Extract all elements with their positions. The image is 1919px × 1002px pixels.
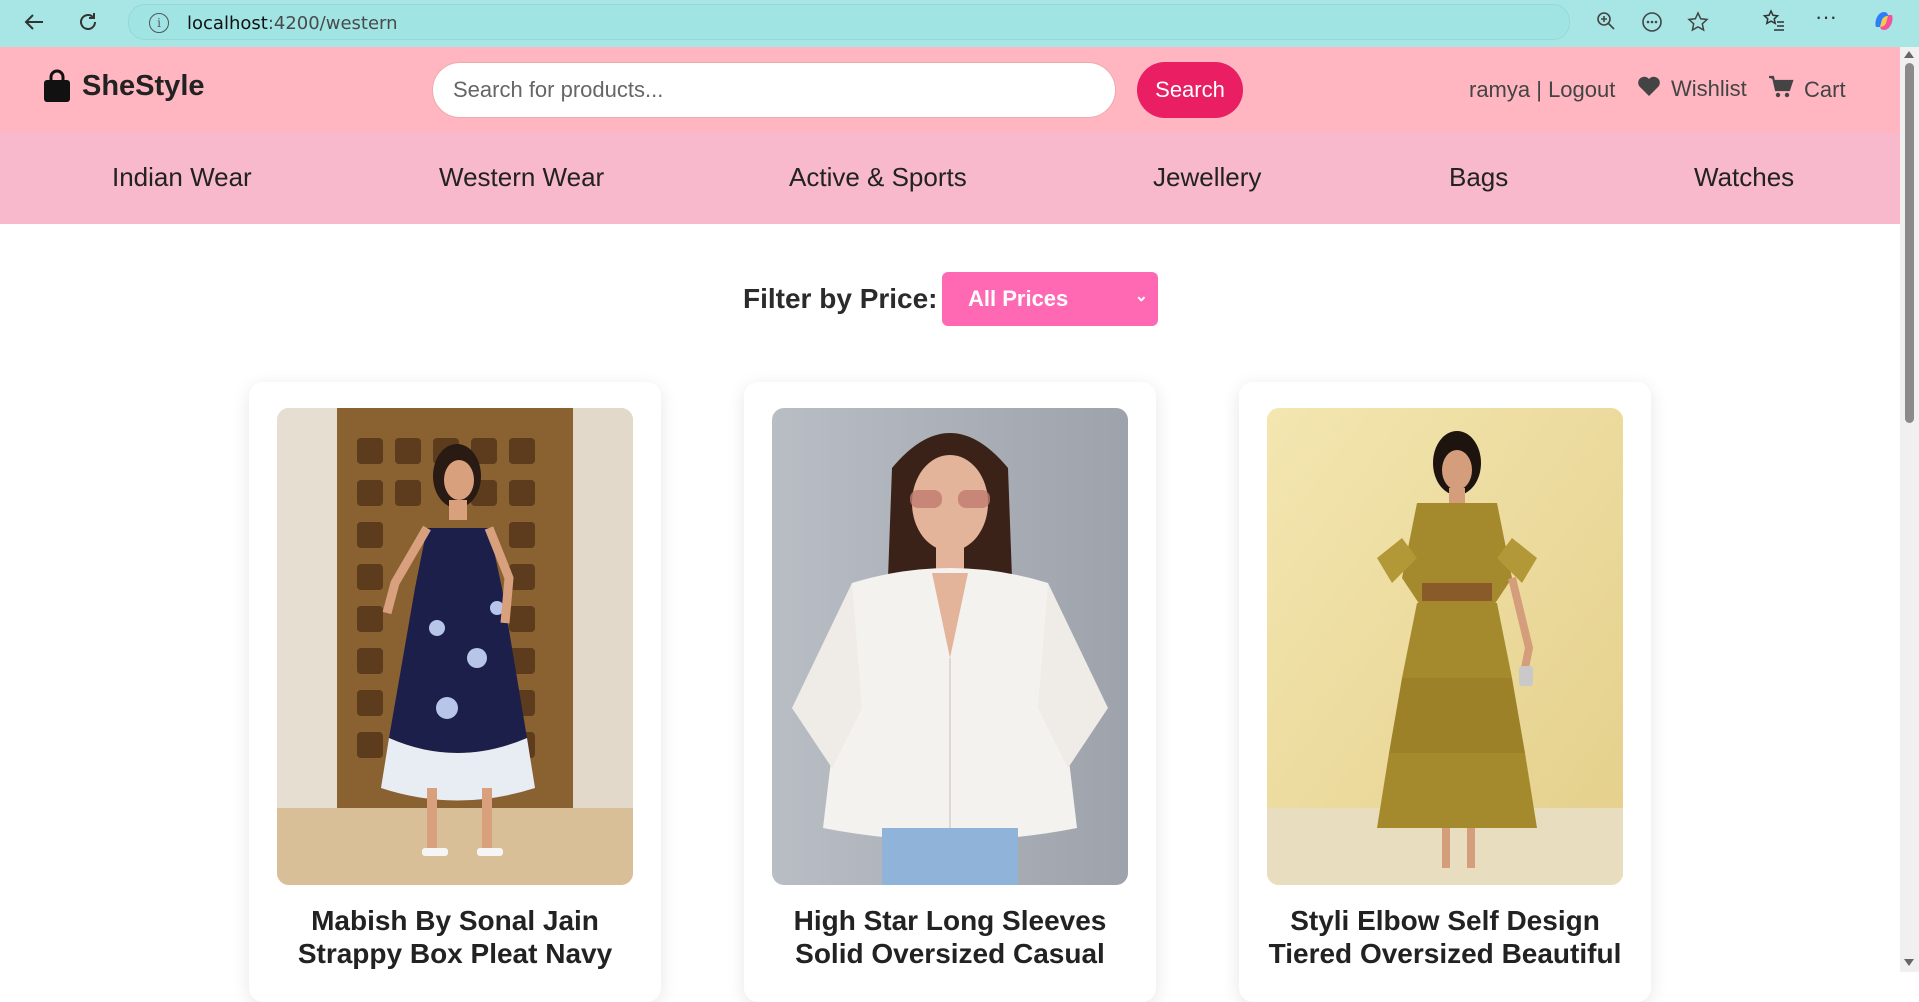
product-image[interactable] [1267, 408, 1623, 885]
favorite-star-icon[interactable] [1687, 11, 1709, 39]
product-title[interactable]: Mabish By Sonal Jain Strappy Box Pleat N… [261, 904, 649, 970]
category-watches[interactable]: Watches [1694, 162, 1794, 193]
product-title-line: Tiered Oversized Beautiful [1268, 938, 1622, 969]
favorites-icon[interactable] [1762, 8, 1786, 38]
product-title[interactable]: Styli Elbow Self Design Tiered Oversized… [1251, 904, 1639, 970]
cart-label: Cart [1804, 77, 1846, 102]
category-jewellery[interactable]: Jewellery [1153, 162, 1261, 193]
search-input[interactable] [432, 62, 1116, 118]
product-title-line: Strappy Box Pleat Navy [297, 938, 613, 969]
scroll-down-arrow-icon[interactable] [1904, 959, 1914, 966]
zoom-icon[interactable] [1596, 11, 1616, 37]
cart-link[interactable]: Cart [1768, 75, 1846, 105]
page-scrollbar[interactable] [1900, 47, 1919, 972]
category-bags[interactable]: Bags [1449, 162, 1508, 193]
search-button[interactable]: Search [1137, 62, 1243, 118]
scrollbar-thumb[interactable] [1905, 63, 1914, 423]
url-text: localhost:4200/western [187, 13, 398, 34]
site-header: SheStyle Search ramya | Logout Wishlist … [0, 47, 1900, 132]
cart-icon [1768, 75, 1794, 105]
price-filter-label: Filter by Price: [743, 283, 938, 314]
chevron-down-icon: ⌄ [1134, 288, 1148, 305]
price-filter-select[interactable]: All Prices ⌄ [942, 272, 1158, 326]
reload-icon[interactable] [72, 8, 104, 36]
product-card[interactable]: Mabish By Sonal Jain Strappy Box Pleat N… [249, 382, 661, 1002]
logo[interactable]: SheStyle [42, 69, 205, 103]
copilot-icon[interactable] [1870, 7, 1898, 41]
reading-mode-icon[interactable] [1641, 11, 1663, 39]
category-nav: Indian Wear Western Wear Active & Sports… [0, 132, 1900, 224]
category-active-sports[interactable]: Active & Sports [789, 162, 967, 193]
shopping-bag-icon [42, 69, 72, 103]
url-path: :4200/western [267, 13, 398, 34]
product-image[interactable] [772, 408, 1128, 885]
product-title-line: Mabish By Sonal Jain [311, 905, 599, 936]
site-info-icon[interactable]: i [149, 13, 169, 33]
product-title-line: High Star Long Sleeves [793, 905, 1107, 936]
wishlist-link[interactable]: Wishlist [1637, 75, 1747, 103]
url-host: localhost [187, 13, 268, 34]
heart-icon [1637, 75, 1661, 103]
product-title[interactable]: High Star Long Sleeves Solid Oversized C… [756, 904, 1144, 970]
more-options-icon[interactable]: ··· [1815, 4, 1837, 30]
category-indian-wear[interactable]: Indian Wear [112, 162, 252, 193]
wishlist-label: Wishlist [1671, 76, 1747, 101]
scroll-up-arrow-icon[interactable] [1904, 51, 1914, 58]
product-card[interactable]: Styli Elbow Self Design Tiered Oversized… [1239, 382, 1651, 1002]
category-western-wear[interactable]: Western Wear [439, 162, 604, 193]
product-title-line: Solid Oversized Casual [795, 938, 1105, 969]
product-image[interactable] [277, 408, 633, 885]
logo-text: SheStyle [82, 69, 205, 102]
product-title-line: Styli Elbow Self Design [1290, 905, 1600, 936]
price-filter-value: All Prices [968, 286, 1069, 311]
browser-toolbar: i localhost:4200/western ··· [0, 0, 1919, 48]
user-logout-link[interactable]: ramya | Logout [1469, 77, 1615, 103]
address-bar[interactable]: i localhost:4200/western [128, 4, 1709, 40]
product-card[interactable]: High Star Long Sleeves Solid Oversized C… [744, 382, 1156, 1002]
back-icon[interactable] [18, 8, 50, 36]
